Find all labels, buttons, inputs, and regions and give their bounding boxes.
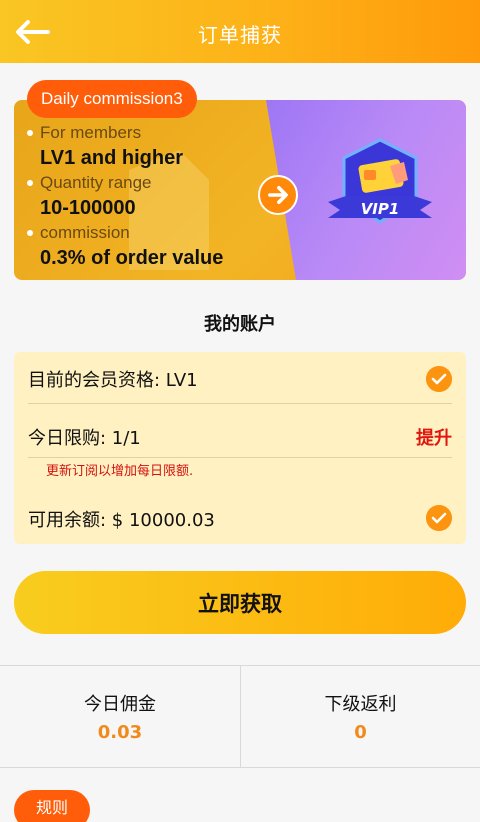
promo-row-quantity: Quantity range — [26, 172, 223, 194]
account-card: 目前的会员资格: LV1 今日限购: 1/1 提升 可用余额: $ 10000.… — [14, 352, 466, 544]
daily-commission-badge: Daily commission3 — [27, 80, 197, 118]
check-icon — [426, 505, 452, 531]
daily-limit-text: 今日限购: 1/1 — [28, 428, 141, 449]
next-arrow-icon[interactable] — [258, 175, 298, 215]
vip-badge-icon: VIP1 — [328, 138, 432, 224]
promo-row-commission: commission — [26, 222, 223, 244]
divider — [28, 457, 452, 458]
membership-row: 目前的会员资格: LV1 — [28, 366, 452, 392]
divider — [28, 403, 452, 404]
balance-text: 可用余额: $ 10000.03 — [28, 510, 215, 531]
stats-panel: 今日佣金 0.03 下级返利 0 — [0, 665, 480, 768]
grab-order-button[interactable]: 立即获取 — [14, 571, 466, 634]
rules-tab[interactable]: 规则 — [14, 790, 90, 822]
stat-label: 今日佣金 — [84, 694, 156, 715]
stat-subordinate-rebate: 下级返利 0 — [240, 666, 480, 768]
promo-details: For members LV1 and higher Quantity rang… — [26, 122, 223, 272]
upgrade-note: 更新订阅以增加每日限额. — [46, 464, 194, 479]
vip-label: VIP1 — [361, 200, 400, 218]
promo-value: 10-100000 — [40, 197, 136, 219]
stat-value: 0.03 — [97, 722, 143, 743]
stat-today-commission: 今日佣金 0.03 — [0, 666, 240, 768]
page-title: 订单捕获 — [198, 23, 282, 47]
membership-text: 目前的会员资格: LV1 — [28, 370, 198, 391]
limit-row: 今日限购: 1/1 提升 — [28, 424, 452, 450]
stat-label: 下级返利 — [324, 694, 397, 715]
promo-row-members: For members — [26, 122, 223, 144]
top-bar: 订单捕获 — [0, 0, 480, 63]
promo-label: commission — [40, 223, 130, 242]
promo-label: For members — [40, 123, 142, 142]
commission-promo-card: For members LV1 and higher Quantity rang… — [14, 100, 466, 280]
balance-row: 可用余额: $ 10000.03 — [28, 505, 452, 532]
promo-value: LV1 and higher — [40, 147, 183, 169]
promo-value: 0.3% of order value — [40, 247, 224, 269]
section-title: 我的账户 — [204, 314, 276, 335]
promo-label: Quantity range — [40, 173, 152, 192]
check-icon — [426, 366, 452, 392]
upgrade-link[interactable]: 提升 — [416, 424, 452, 450]
stat-value: 0 — [354, 722, 367, 743]
